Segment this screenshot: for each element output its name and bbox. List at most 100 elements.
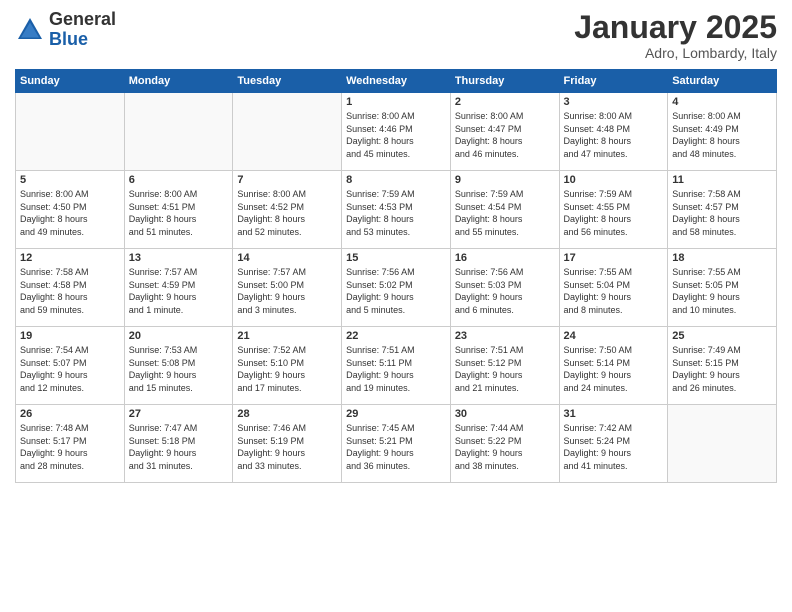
- col-thursday: Thursday: [450, 70, 559, 93]
- cell-content: Sunrise: 7:57 AMSunset: 5:00 PMDaylight:…: [237, 266, 337, 316]
- col-friday: Friday: [559, 70, 668, 93]
- day-number: 30: [455, 408, 555, 420]
- table-row: 30 Sunrise: 7:44 AMSunset: 5:22 PMDayligh…: [450, 405, 559, 483]
- table-row: 5Sunrise: 8:00 AMSunset: 4:50 PMDaylight…: [16, 171, 125, 249]
- table-row: 13 Sunrise: 7:57 AMSunset: 4:59 PMDayligh…: [124, 249, 233, 327]
- day-number: 3: [564, 96, 664, 108]
- day-number: 13: [129, 252, 229, 264]
- day-number: 26: [20, 408, 120, 420]
- calendar-header-row: Sunday Monday Tuesday Wednesday Thursday…: [16, 70, 777, 93]
- day-number: 7: [237, 174, 337, 186]
- table-row: 15Sunrise: 7:56 AMSunset: 5:02 PMDayligh…: [342, 249, 451, 327]
- logo-icon: [15, 15, 45, 45]
- table-row: 3 Sunrise: 8:00 AMSunset: 4:48 PMDaylight…: [559, 93, 668, 171]
- col-wednesday: Wednesday: [342, 70, 451, 93]
- calendar-week-3: 19Sunrise: 7:54 AMSunset: 5:07 PMDayligh…: [16, 327, 777, 405]
- cell-content: Sunrise: 7:58 AMSunset: 4:57 PMDaylight:…: [672, 188, 772, 238]
- day-number: 4: [672, 96, 772, 108]
- day-number: 1: [346, 96, 446, 108]
- page: General Blue January 2025 Adro, Lombardy…: [0, 0, 792, 612]
- cell-content: Sunrise: 7:42 AMSunset: 5:24 PMDaylight:…: [564, 422, 664, 472]
- cell-content: Sunrise: 7:56 AMSunset: 5:02 PMDaylight:…: [346, 266, 446, 316]
- calendar-table: Sunday Monday Tuesday Wednesday Thursday…: [15, 69, 777, 483]
- table-row: 8 Sunrise: 7:59 AMSunset: 4:53 PMDaylight…: [342, 171, 451, 249]
- table-row: [16, 93, 125, 171]
- cell-content: Sunrise: 7:55 AMSunset: 5:05 PMDaylight:…: [672, 266, 772, 316]
- table-row: 12 Sunrise: 7:58 AMSunset: 4:58 PMDayligh…: [16, 249, 125, 327]
- month-title: January 2025: [574, 10, 777, 45]
- logo-general: General: [49, 9, 116, 29]
- calendar-week-2: 12 Sunrise: 7:58 AMSunset: 4:58 PMDayligh…: [16, 249, 777, 327]
- day-number: 12: [20, 252, 120, 264]
- cell-content: Sunrise: 7:44 AMSunset: 5:22 PMDaylight:…: [455, 422, 555, 472]
- day-number: 22: [346, 330, 446, 342]
- table-row: [233, 93, 342, 171]
- day-number: 25: [672, 330, 772, 342]
- day-number: 31: [564, 408, 664, 420]
- table-row: 14 Sunrise: 7:57 AMSunset: 5:00 PMDayligh…: [233, 249, 342, 327]
- cell-content: Sunrise: 8:00 AMSunset: 4:51 PMDaylight:…: [129, 188, 229, 238]
- table-row: 31 Sunrise: 7:42 AMSunset: 5:24 PMDayligh…: [559, 405, 668, 483]
- cell-content: Sunrise: 8:00 AMSunset: 4:50 PMDaylight:…: [20, 188, 120, 238]
- cell-content: Sunrise: 7:54 AMSunset: 5:07 PMDaylight:…: [20, 344, 120, 394]
- day-number: 10: [564, 174, 664, 186]
- cell-content: Sunrise: 8:00 AMSunset: 4:48 PMDaylight:…: [564, 110, 664, 160]
- day-number: 11: [672, 174, 772, 186]
- table-row: 7 Sunrise: 8:00 AMSunset: 4:52 PMDaylight…: [233, 171, 342, 249]
- cell-content: Sunrise: 7:55 AMSunset: 5:04 PMDaylight:…: [564, 266, 664, 316]
- table-row: 2Sunrise: 8:00 AMSunset: 4:47 PMDaylight…: [450, 93, 559, 171]
- cell-content: Sunrise: 7:58 AMSunset: 4:58 PMDaylight:…: [20, 266, 120, 316]
- table-row: 11 Sunrise: 7:58 AMSunset: 4:57 PMDayligh…: [668, 171, 777, 249]
- table-row: 27Sunrise: 7:47 AMSunset: 5:18 PMDayligh…: [124, 405, 233, 483]
- day-number: 17: [564, 252, 664, 264]
- cell-content: Sunrise: 7:47 AMSunset: 5:18 PMDaylight:…: [129, 422, 229, 472]
- table-row: 26 Sunrise: 7:48 AMSunset: 5:17 PMDayligh…: [16, 405, 125, 483]
- table-row: 29Sunrise: 7:45 AMSunset: 5:21 PMDayligh…: [342, 405, 451, 483]
- table-row: 25 Sunrise: 7:49 AMSunset: 5:15 PMDayligh…: [668, 327, 777, 405]
- logo-blue: Blue: [49, 29, 88, 49]
- table-row: 22 Sunrise: 7:51 AMSunset: 5:11 PMDayligh…: [342, 327, 451, 405]
- cell-content: Sunrise: 7:46 AMSunset: 5:19 PMDaylight:…: [237, 422, 337, 472]
- cell-content: Sunrise: 7:59 AMSunset: 4:53 PMDaylight:…: [346, 188, 446, 238]
- table-row: 1 Sunrise: 8:00 AMSunset: 4:46 PMDaylight…: [342, 93, 451, 171]
- col-sunday: Sunday: [16, 70, 125, 93]
- table-row: 20 Sunrise: 7:53 AMSunset: 5:08 PMDayligh…: [124, 327, 233, 405]
- location: Adro, Lombardy, Italy: [574, 45, 777, 61]
- calendar-week-0: 1 Sunrise: 8:00 AMSunset: 4:46 PMDaylight…: [16, 93, 777, 171]
- cell-content: Sunrise: 7:48 AMSunset: 5:17 PMDaylight:…: [20, 422, 120, 472]
- table-row: 4 Sunrise: 8:00 AMSunset: 4:49 PMDaylight…: [668, 93, 777, 171]
- cell-content: Sunrise: 7:49 AMSunset: 5:15 PMDaylight:…: [672, 344, 772, 394]
- day-number: 8: [346, 174, 446, 186]
- calendar-week-1: 5Sunrise: 8:00 AMSunset: 4:50 PMDaylight…: [16, 171, 777, 249]
- cell-content: Sunrise: 8:00 AMSunset: 4:49 PMDaylight:…: [672, 110, 772, 160]
- table-row: 28 Sunrise: 7:46 AMSunset: 5:19 PMDayligh…: [233, 405, 342, 483]
- logo: General Blue: [15, 10, 116, 50]
- table-row: 21Sunrise: 7:52 AMSunset: 5:10 PMDayligh…: [233, 327, 342, 405]
- day-number: 14: [237, 252, 337, 264]
- cell-content: Sunrise: 7:53 AMSunset: 5:08 PMDaylight:…: [129, 344, 229, 394]
- logo-text: General Blue: [49, 10, 116, 50]
- cell-content: Sunrise: 8:00 AMSunset: 4:52 PMDaylight:…: [237, 188, 337, 238]
- cell-content: Sunrise: 7:51 AMSunset: 5:12 PMDaylight:…: [455, 344, 555, 394]
- table-row: 16Sunrise: 7:56 AMSunset: 5:03 PMDayligh…: [450, 249, 559, 327]
- day-number: 20: [129, 330, 229, 342]
- header: General Blue January 2025 Adro, Lombardy…: [15, 10, 777, 61]
- day-number: 24: [564, 330, 664, 342]
- day-number: 18: [672, 252, 772, 264]
- table-row: [124, 93, 233, 171]
- cell-content: Sunrise: 7:51 AMSunset: 5:11 PMDaylight:…: [346, 344, 446, 394]
- table-row: 17 Sunrise: 7:55 AMSunset: 5:04 PMDayligh…: [559, 249, 668, 327]
- cell-content: Sunrise: 7:45 AMSunset: 5:21 PMDaylight:…: [346, 422, 446, 472]
- cell-content: Sunrise: 8:00 AMSunset: 4:46 PMDaylight:…: [346, 110, 446, 160]
- table-row: [668, 405, 777, 483]
- table-row: 19Sunrise: 7:54 AMSunset: 5:07 PMDayligh…: [16, 327, 125, 405]
- day-number: 9: [455, 174, 555, 186]
- day-number: 16: [455, 252, 555, 264]
- cell-content: Sunrise: 7:57 AMSunset: 4:59 PMDaylight:…: [129, 266, 229, 316]
- day-number: 28: [237, 408, 337, 420]
- table-row: 24 Sunrise: 7:50 AMSunset: 5:14 PMDayligh…: [559, 327, 668, 405]
- day-number: 23: [455, 330, 555, 342]
- table-row: 23 Sunrise: 7:51 AMSunset: 5:12 PMDayligh…: [450, 327, 559, 405]
- day-number: 6: [129, 174, 229, 186]
- cell-content: Sunrise: 7:50 AMSunset: 5:14 PMDaylight:…: [564, 344, 664, 394]
